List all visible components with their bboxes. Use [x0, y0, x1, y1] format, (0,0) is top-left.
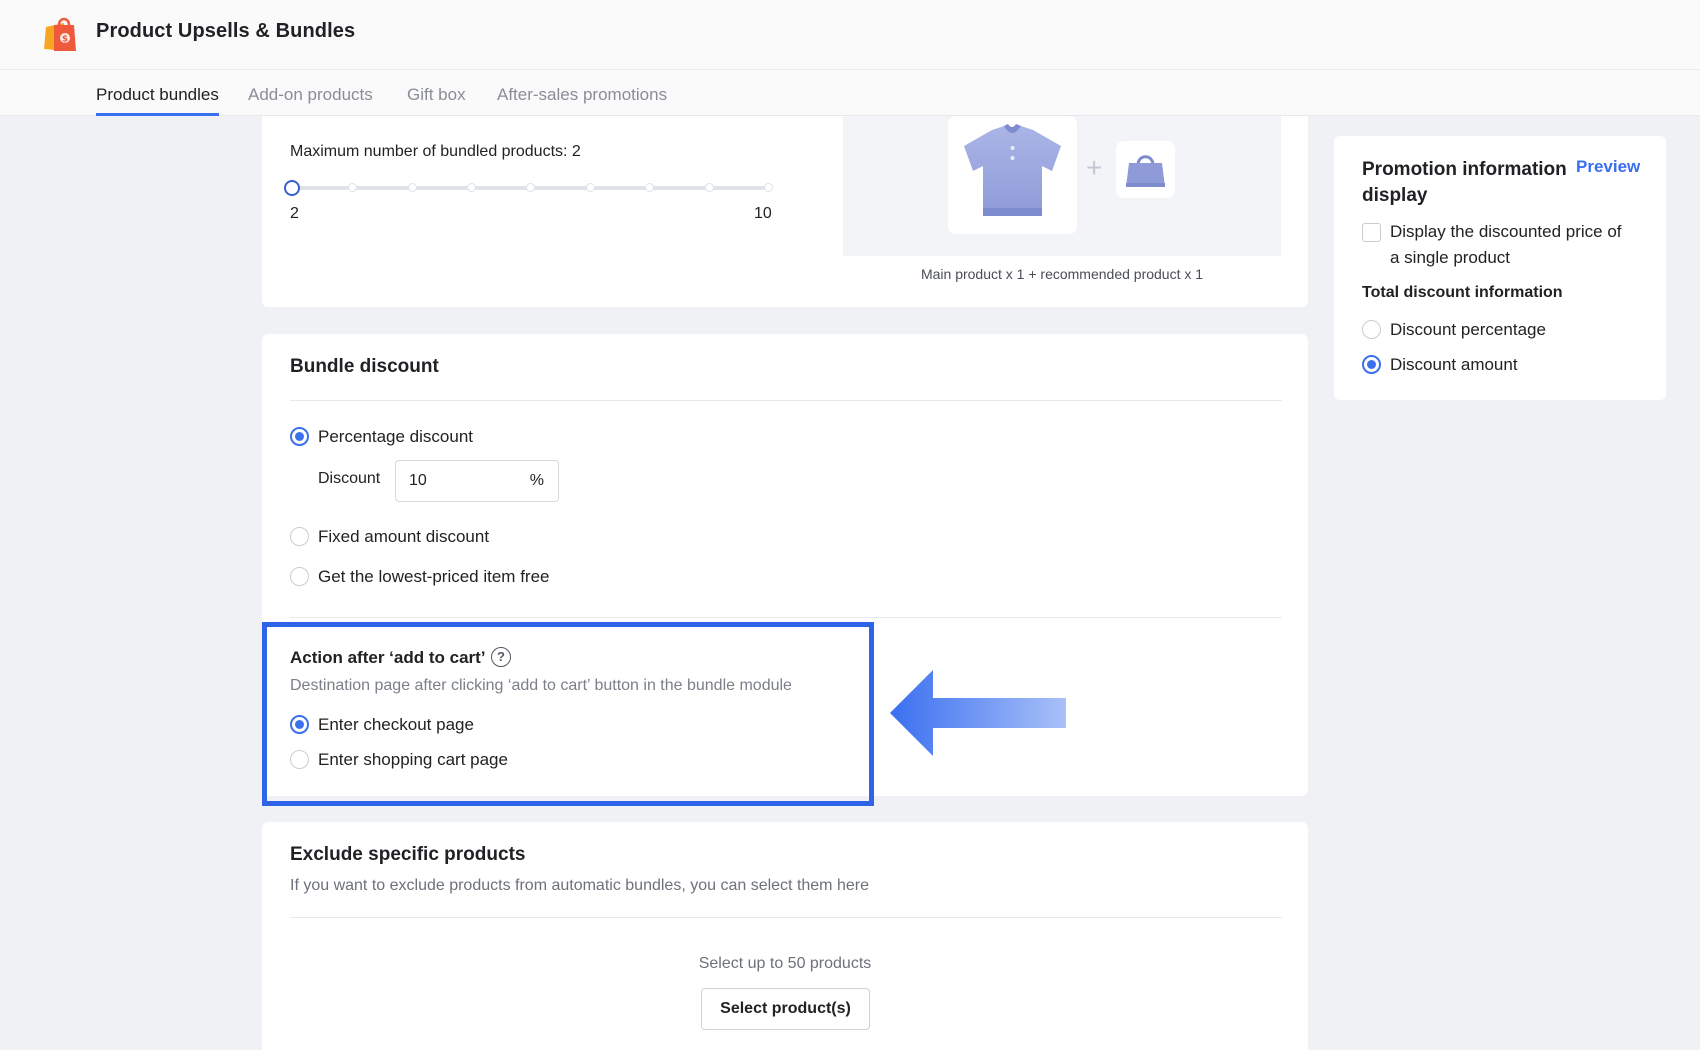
discount-value[interactable]: 10 — [409, 472, 427, 490]
single-price-checkbox[interactable] — [1362, 223, 1381, 242]
divider — [290, 400, 1282, 401]
slider-step-dot[interactable] — [764, 183, 773, 192]
lowest-priced-free-radio[interactable] — [290, 567, 309, 586]
slider-step-dot[interactable] — [526, 183, 535, 192]
percentage-discount-label[interactable]: Percentage discount — [318, 427, 473, 447]
promotion-display-title: Promotion information display — [1362, 159, 1567, 206]
bundle-size-slider-thumb[interactable] — [284, 180, 300, 196]
slider-step-dot[interactable] — [705, 183, 714, 192]
checkout-page-label[interactable]: Enter checkout page — [318, 715, 474, 735]
divider — [290, 917, 1282, 918]
recommended-product-card — [1116, 141, 1175, 198]
discount-field-label: Discount — [318, 470, 381, 487]
lowest-priced-free-label[interactable]: Get the lowest-priced item free — [318, 567, 549, 587]
action-after-cart-description: Destination page after clicking ‘add to … — [290, 677, 792, 694]
shopping-cart-page-label[interactable]: Enter shopping cart page — [318, 750, 508, 770]
fixed-amount-discount-label[interactable]: Fixed amount discount — [318, 527, 489, 547]
question-circle-icon[interactable]: ? — [491, 647, 511, 667]
slider-step-dot[interactable] — [645, 183, 654, 192]
svg-text:$: $ — [62, 35, 68, 45]
shopping-bag-logo-icon: $ — [44, 17, 76, 51]
max-bundled-products-label: Maximum number of bundled products: 2 — [290, 143, 581, 160]
handbag-icon — [1126, 155, 1165, 187]
slider-step-dot[interactable] — [586, 183, 595, 192]
slider-step-dot[interactable] — [408, 183, 417, 192]
plus-icon: + — [1086, 152, 1103, 183]
main-product-card — [948, 116, 1077, 234]
slider-step-dot[interactable] — [348, 183, 357, 192]
total-discount-info-label: Total discount information — [1362, 284, 1563, 301]
tab-after-sales-promotions[interactable]: After-sales promotions — [497, 85, 667, 116]
app-title: Product Upsells & Bundles — [96, 20, 356, 42]
app-header: $ Product Upsells & Bundles — [0, 0, 1700, 70]
tshirt-icon — [964, 124, 1061, 216]
fixed-amount-discount-radio[interactable] — [290, 527, 309, 546]
action-after-cart-title: Action after ‘add to cart’ — [290, 648, 486, 667]
discount-input[interactable]: 10 % — [395, 460, 559, 502]
preview-link[interactable]: Preview — [1576, 157, 1640, 177]
slider-min-label: 2 — [290, 205, 299, 222]
slider-step-dot[interactable] — [467, 183, 476, 192]
tab-gift-box[interactable]: Gift box — [407, 85, 466, 116]
shopping-cart-page-radio[interactable] — [290, 750, 309, 769]
slider-max-label: 10 — [754, 205, 772, 222]
exclude-products-title: Exclude specific products — [290, 844, 526, 865]
tab-add-on-products[interactable]: Add-on products — [248, 85, 373, 116]
single-price-checkbox-label[interactable]: Display the discounted price of a single… — [1390, 219, 1630, 271]
bundle-preview-caption: Main product x 1 + recommended product x… — [920, 266, 1204, 282]
discount-percentage-radio[interactable] — [1362, 320, 1381, 339]
checkout-page-radio[interactable] — [290, 715, 309, 734]
tab-product-bundles[interactable]: Product bundles — [96, 85, 219, 116]
divider — [290, 617, 1282, 618]
discount-percentage-label[interactable]: Discount percentage — [1390, 320, 1546, 340]
tab-bar: Product bundles Add-on products Gift box… — [0, 70, 1700, 116]
exclude-products-description: If you want to exclude products from aut… — [290, 877, 869, 894]
pointer-arrow-icon — [890, 670, 1066, 756]
percent-unit: % — [529, 472, 544, 489]
percentage-discount-radio[interactable] — [290, 427, 309, 446]
selection-limit-text: Select up to 50 products — [698, 955, 872, 972]
select-products-button[interactable]: Select product(s) — [701, 988, 870, 1030]
discount-amount-label[interactable]: Discount amount — [1390, 355, 1518, 375]
bundle-discount-title: Bundle discount — [290, 356, 439, 377]
discount-amount-radio[interactable] — [1362, 355, 1381, 374]
